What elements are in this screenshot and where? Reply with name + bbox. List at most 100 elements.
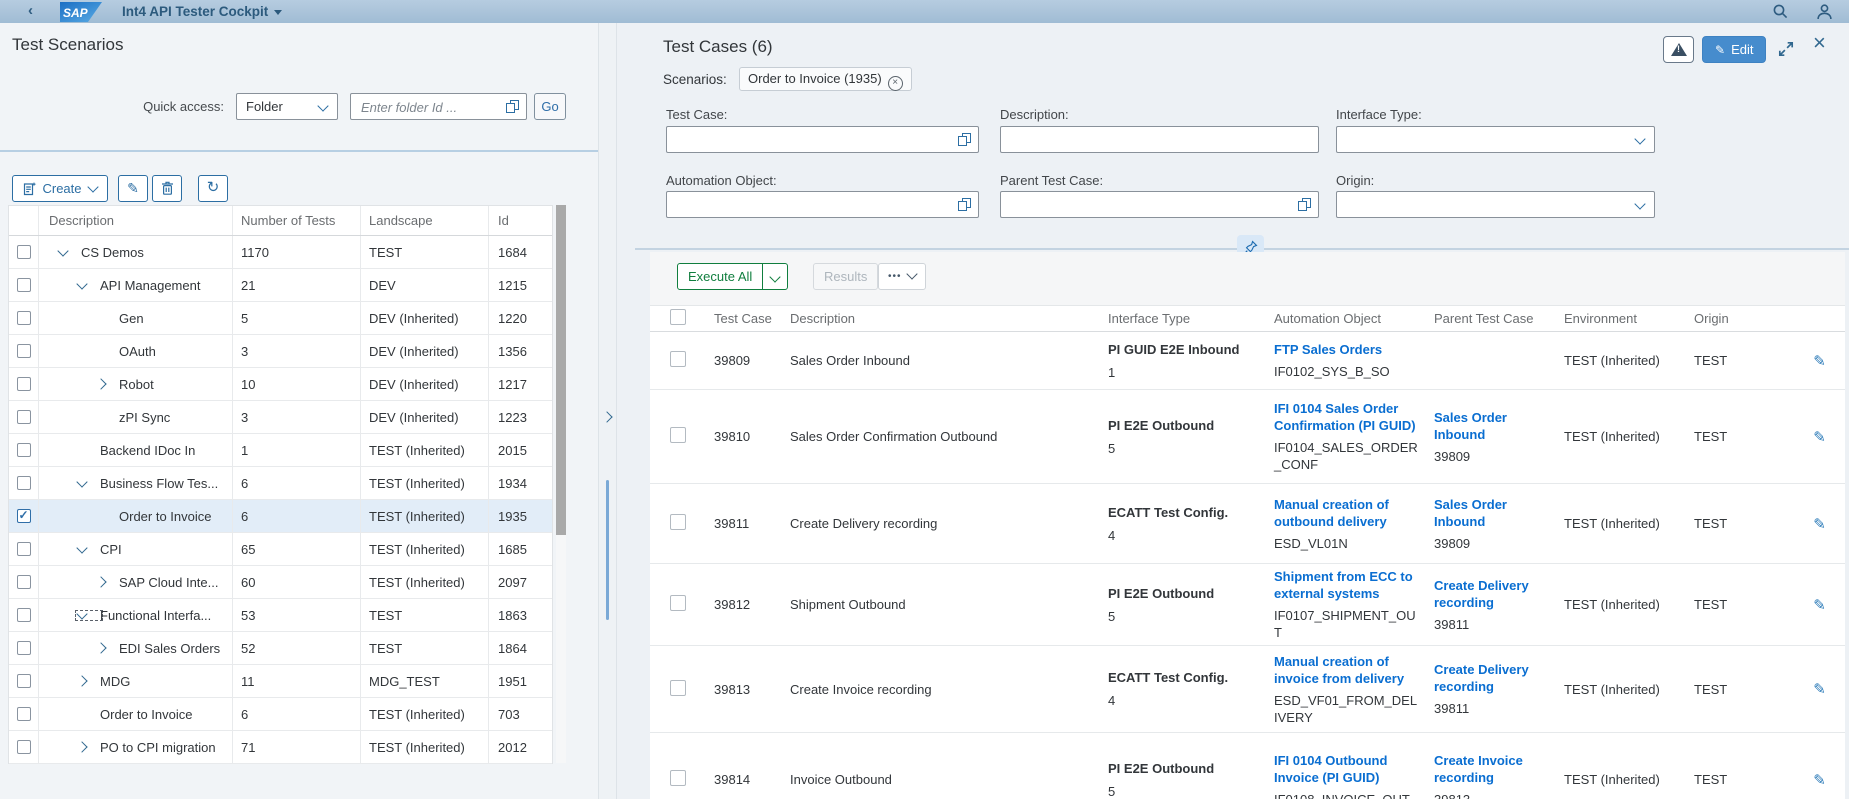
automation-object-filter-input[interactable]	[666, 191, 979, 218]
column-header-environment[interactable]: Environment	[1556, 307, 1686, 330]
row-checkbox[interactable]	[17, 641, 31, 655]
tree-expand-icon[interactable]	[76, 741, 87, 752]
overflow-button[interactable]: •••	[878, 263, 926, 290]
messages-button[interactable]: !	[1663, 36, 1694, 63]
row-checkbox[interactable]	[17, 608, 31, 622]
user-profile-icon[interactable]	[1816, 3, 1833, 20]
row-checkbox[interactable]	[670, 427, 686, 443]
tree-row[interactable]: OAuth 3 DEV (Inherited) 1356	[9, 335, 552, 368]
results-button[interactable]: Results	[813, 263, 878, 290]
quick-access-type-select[interactable]: Folder	[236, 93, 338, 120]
row-checkbox[interactable]	[670, 770, 686, 786]
delete-scenario-button[interactable]	[152, 175, 182, 202]
test-case-row[interactable]: 39811 Create Delivery recording ECATT Te…	[650, 484, 1845, 564]
test-case-filter-input[interactable]	[666, 126, 979, 153]
tree-row[interactable]: Order to Invoice 6 TEST (Inherited) 703	[9, 698, 552, 731]
tree-expand-icon[interactable]	[76, 675, 87, 686]
tree-expand-icon[interactable]	[76, 542, 87, 553]
value-help-icon[interactable]	[958, 133, 971, 146]
right-scrollbar-thumb[interactable]	[606, 480, 609, 620]
tree-expand-icon[interactable]	[95, 576, 106, 587]
row-checkbox[interactable]	[17, 707, 31, 721]
automation-object-link[interactable]: Manual creation of invoice from delivery	[1274, 653, 1418, 687]
row-checkbox[interactable]	[17, 443, 31, 457]
row-checkbox[interactable]	[670, 595, 686, 611]
panel-splitter[interactable]	[598, 23, 617, 799]
row-checkbox[interactable]	[17, 344, 31, 358]
splitter-expand-icon[interactable]	[603, 408, 611, 426]
back-icon[interactable]: ‹	[28, 0, 33, 22]
column-header-origin[interactable]: Origin	[1686, 307, 1794, 330]
value-help-icon[interactable]	[506, 100, 519, 113]
tree-row[interactable]: PO to CPI migration 71 TEST (Inherited) …	[9, 731, 552, 764]
tree-row[interactable]: Business Flow Tes... 6 TEST (Inherited) …	[9, 467, 552, 500]
parent-test-case-link[interactable]: Create Invoice recording	[1434, 752, 1548, 786]
test-case-row[interactable]: 39813 Create Invoice recording ECATT Tes…	[650, 646, 1845, 733]
test-case-row[interactable]: 39810 Sales Order Confirmation Outbound …	[650, 390, 1845, 484]
tree-row[interactable]: SAP Cloud Inte... 60 TEST (Inherited) 20…	[9, 566, 552, 599]
parent-test-case-filter-input[interactable]	[1000, 191, 1319, 218]
refresh-button[interactable]: ↻	[198, 175, 228, 202]
tree-row[interactable]: MDG 11 MDG_TEST 1951	[9, 665, 552, 698]
row-checkbox[interactable]	[17, 509, 31, 523]
row-checkbox[interactable]	[17, 542, 31, 556]
row-checkbox[interactable]	[17, 311, 31, 325]
row-checkbox[interactable]	[17, 674, 31, 688]
edit-row-icon[interactable]: ✎	[1813, 772, 1826, 789]
row-checkbox[interactable]	[17, 410, 31, 424]
scenario-token[interactable]: Order to Invoice (1935)×	[739, 67, 912, 91]
automation-object-link[interactable]: Manual creation of outbound delivery	[1274, 496, 1418, 530]
search-icon[interactable]	[1772, 3, 1789, 20]
enter-fullscreen-icon[interactable]	[1777, 40, 1795, 58]
column-header-landscape[interactable]: Landscape	[361, 206, 489, 235]
automation-object-link[interactable]: IFI 0104 Sales Order Confirmation (PI GU…	[1274, 400, 1418, 434]
tree-expand-icon[interactable]	[76, 278, 87, 289]
edit-row-icon[interactable]: ✎	[1813, 429, 1826, 446]
description-filter-input[interactable]	[1000, 126, 1319, 153]
close-icon[interactable]: ×	[1813, 32, 1826, 54]
row-checkbox[interactable]	[17, 740, 31, 754]
execute-all-button[interactable]: Execute All	[677, 263, 788, 290]
parent-test-case-link[interactable]: Create Delivery recording	[1434, 577, 1548, 611]
create-button[interactable]: Create	[12, 175, 108, 202]
select-all-checkbox[interactable]	[670, 309, 686, 325]
tree-expand-icon[interactable]	[57, 245, 68, 256]
row-checkbox[interactable]	[17, 245, 31, 259]
tree-row[interactable]: Robot 10 DEV (Inherited) 1217	[9, 368, 552, 401]
edit-scenario-button[interactable]: ✎	[118, 175, 148, 202]
tree-row[interactable]: Order to Invoice 6 TEST (Inherited) 1935	[9, 500, 552, 533]
edit-button[interactable]: ✎Edit	[1702, 36, 1766, 63]
column-header-test-case[interactable]: Test Case	[706, 307, 782, 330]
edit-row-icon[interactable]: ✎	[1813, 353, 1826, 370]
parent-test-case-link[interactable]: Create Delivery recording	[1434, 661, 1548, 695]
app-title-menu[interactable]: Int4 API Tester Cockpit	[122, 0, 282, 23]
edit-row-icon[interactable]: ✎	[1813, 597, 1826, 614]
value-help-icon[interactable]	[1298, 198, 1311, 211]
row-checkbox[interactable]	[670, 351, 686, 367]
column-header-number-of-tests[interactable]: Number of Tests	[233, 206, 361, 235]
test-case-row[interactable]: 39814 Invoice Outbound PI E2E Outbound 5…	[650, 733, 1845, 799]
automation-object-link[interactable]: FTP Sales Orders	[1274, 341, 1418, 358]
tree-row[interactable]: Functional Interfa... 53 TEST 1863	[9, 599, 552, 632]
parent-test-case-link[interactable]: Sales Order Inbound	[1434, 409, 1548, 443]
edit-row-icon[interactable]: ✎	[1813, 681, 1826, 698]
tree-row[interactable]: CPI 65 TEST (Inherited) 1685	[9, 533, 552, 566]
tree-expand-icon[interactable]	[76, 476, 87, 487]
tree-row[interactable]: zPI Sync 3 DEV (Inherited) 1223	[9, 401, 552, 434]
tree-row[interactable]: CS Demos 1170 TEST 1684	[9, 236, 552, 269]
tree-expand-icon[interactable]	[95, 378, 106, 389]
column-header-description[interactable]: Description	[39, 206, 233, 235]
row-checkbox[interactable]	[17, 476, 31, 490]
row-checkbox[interactable]	[17, 278, 31, 292]
column-header-automation-object[interactable]: Automation Object	[1266, 307, 1426, 330]
row-checkbox[interactable]	[17, 377, 31, 391]
value-help-icon[interactable]	[958, 198, 971, 211]
test-case-row[interactable]: 39809 Sales Order Inbound PI GUID E2E In…	[650, 332, 1845, 390]
token-remove-icon[interactable]: ×	[888, 76, 903, 91]
tree-row[interactable]: Gen 5 DEV (Inherited) 1220	[9, 302, 552, 335]
tree-expand-icon[interactable]	[95, 642, 106, 653]
edit-row-icon[interactable]: ✎	[1813, 516, 1826, 533]
automation-object-link[interactable]: IFI 0104 Outbound Invoice (PI GUID)	[1274, 752, 1418, 786]
tree-row[interactable]: EDI Sales Orders 52 TEST 1864	[9, 632, 552, 665]
go-button[interactable]: Go	[534, 93, 566, 120]
